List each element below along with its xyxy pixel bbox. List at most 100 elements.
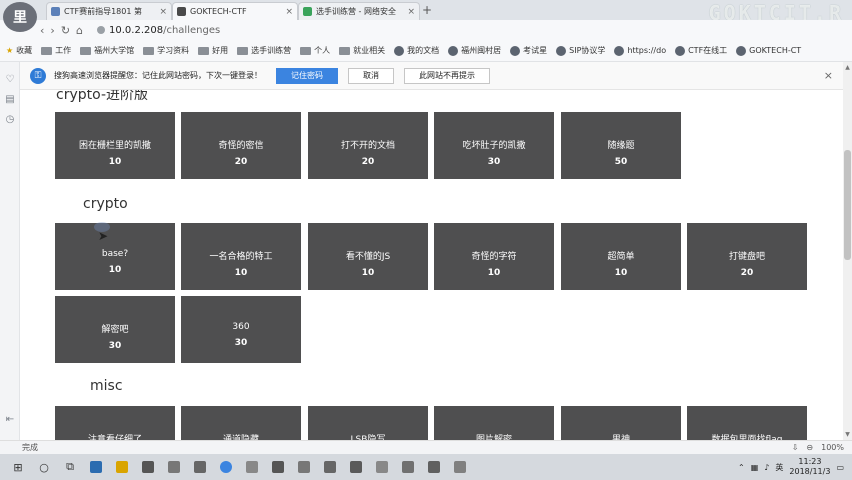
- bookmark-label: SIP协议学: [569, 46, 606, 55]
- cancel-button[interactable]: 取消: [348, 67, 394, 84]
- challenge-name: LSB隐写: [350, 435, 386, 440]
- bookmark-item[interactable]: 福州闽村居: [448, 45, 501, 56]
- history-icon[interactable]: ◷: [4, 114, 16, 126]
- challenge-card[interactable]: 注意看仔细了: [55, 406, 175, 440]
- close-icon[interactable]: ×: [281, 7, 293, 17]
- bookmark-item[interactable]: CTF在线工: [675, 45, 727, 56]
- bookmark-label: 我的文档: [407, 46, 440, 55]
- new-tab-icon[interactable]: +: [422, 3, 432, 17]
- screen: CTF赛前指导1801 第 × GOKTECH-CTF × 选手训练营 - 网络…: [0, 0, 852, 480]
- challenge-card[interactable]: 随缘题 50: [561, 112, 681, 179]
- close-icon[interactable]: ×: [403, 7, 415, 17]
- challenge-card[interactable]: base? 10: [55, 223, 175, 290]
- tab-goktech-ctf[interactable]: GOKTECH-CTF ×: [172, 2, 298, 20]
- bookmark-label: 好用: [212, 46, 229, 55]
- challenge-card[interactable]: 打键盘吧 20: [687, 223, 807, 290]
- bookmark-item[interactable]: 我的文档: [394, 45, 439, 56]
- challenge-card[interactable]: 通道隐藏: [181, 406, 301, 440]
- taskbar: ⊞ ○ ⧉ ⌃ ▦ ♪ 英 11:23 2018/11/3 ▭: [0, 454, 852, 480]
- app-icon[interactable]: [374, 459, 390, 475]
- edge-icon[interactable]: [88, 459, 104, 475]
- app-icon[interactable]: [426, 459, 442, 475]
- app-icon[interactable]: [400, 459, 416, 475]
- app-icon[interactable]: [296, 459, 312, 475]
- notification-center-icon[interactable]: ▭: [836, 463, 844, 472]
- windows-start-icon[interactable]: ⊞: [10, 459, 26, 475]
- bookmark-item[interactable]: ★ 收藏: [6, 45, 32, 56]
- app-icon[interactable]: [348, 459, 364, 475]
- ime-indicator[interactable]: 英: [775, 462, 783, 473]
- zoom-out-icon[interactable]: ⊖: [806, 443, 813, 452]
- tab-ctf-guide[interactable]: CTF赛前指导1801 第 ×: [46, 2, 172, 20]
- heart-icon[interactable]: ♡: [4, 74, 16, 86]
- avatar[interactable]: 里: [3, 2, 37, 32]
- bookmark-item[interactable]: GOKTECH-CT: [736, 45, 801, 56]
- bookmark-item[interactable]: 学习资料: [143, 45, 189, 56]
- clock[interactable]: 11:23 2018/11/3: [789, 457, 830, 477]
- bookmark-item[interactable]: 考试星: [510, 45, 547, 56]
- collapse-icon[interactable]: ⇤: [4, 414, 16, 426]
- challenge-card[interactable]: 看不懂的JS 10: [308, 223, 428, 290]
- challenge-card[interactable]: 困在栅栏里的凯撒 10: [55, 112, 175, 179]
- never-prompt-button[interactable]: 此网站不再提示: [404, 67, 490, 84]
- challenge-score: 10: [361, 268, 375, 278]
- challenge-card[interactable]: 打不开的文档 20: [308, 112, 428, 179]
- zoom-level[interactable]: 100%: [821, 443, 844, 452]
- bookmark-item[interactable]: 好用: [198, 45, 228, 56]
- challenge-card[interactable]: 吃坏肚子的凯撒 30: [434, 112, 554, 179]
- app-icon[interactable]: [270, 459, 286, 475]
- scroll-up-icon[interactable]: ▲: [844, 64, 851, 71]
- store-icon[interactable]: [140, 459, 156, 475]
- bookmark-item[interactable]: https://do: [614, 45, 666, 56]
- app-icon[interactable]: [322, 459, 338, 475]
- tab-training[interactable]: 选手训练营 - 网络安全 ×: [298, 2, 420, 20]
- app-icon[interactable]: [452, 459, 468, 475]
- close-icon[interactable]: ×: [824, 69, 833, 82]
- challenge-card[interactable]: 一名合格的特工 10: [181, 223, 301, 290]
- scroll-down-icon[interactable]: ▼: [844, 431, 851, 438]
- challenge-card[interactable]: 360 30: [181, 296, 301, 363]
- remember-password-button[interactable]: 记住密码: [276, 67, 338, 84]
- challenge-card[interactable]: 图片解密: [434, 406, 554, 440]
- network-icon[interactable]: ▦: [751, 463, 759, 472]
- tray-chevron-icon[interactable]: ⌃: [738, 463, 745, 472]
- challenge-card[interactable]: 男神: [561, 406, 681, 440]
- app-icon[interactable]: [244, 459, 260, 475]
- site-info-icon[interactable]: [97, 26, 106, 34]
- app-icon[interactable]: [192, 459, 208, 475]
- bookmark-item[interactable]: 就业相关: [339, 45, 385, 56]
- page-scrollbar[interactable]: ▲ ▼: [843, 62, 852, 440]
- challenge-card[interactable]: 奇怪的密信 20: [181, 112, 301, 179]
- bookmark-item[interactable]: 选手训练营: [237, 45, 291, 56]
- bookmark-item[interactable]: 福州大学馆: [80, 45, 134, 56]
- challenge-card[interactable]: 数据包里面找flag: [687, 406, 807, 440]
- task-view-icon[interactable]: ⧉: [62, 459, 78, 475]
- list-icon[interactable]: ▤: [4, 94, 16, 106]
- app-icon[interactable]: [166, 459, 182, 475]
- challenge-score: 20: [740, 268, 754, 278]
- folder-icon: [80, 46, 92, 55]
- challenge-card[interactable]: 超简单 10: [561, 223, 681, 290]
- bookmark-site-icon: [448, 45, 459, 56]
- home-icon[interactable]: ⌂: [76, 24, 83, 37]
- search-icon[interactable]: ○: [36, 459, 52, 475]
- bookmark-item[interactable]: 工作: [41, 45, 71, 56]
- bookmark-item[interactable]: SIP协议学: [556, 45, 605, 56]
- download-icon[interactable]: ⇩: [792, 443, 799, 452]
- explorer-icon[interactable]: [114, 459, 130, 475]
- back-icon[interactable]: ‹: [40, 24, 44, 37]
- challenge-card[interactable]: LSB隐写: [308, 406, 428, 440]
- challenge-card[interactable]: 解密吧 30: [55, 296, 175, 363]
- challenge-card[interactable]: 奇怪的字符 10: [434, 223, 554, 290]
- tab-favicon-icon: [51, 7, 60, 16]
- reload-icon[interactable]: ↻: [61, 24, 70, 37]
- challenge-score: 30: [487, 157, 501, 167]
- volume-icon[interactable]: ♪: [764, 463, 769, 472]
- url-field[interactable]: 10.0.2.208/challenges: [97, 25, 220, 36]
- bookmark-item[interactable]: 个人: [300, 45, 330, 56]
- forward-icon[interactable]: ›: [50, 24, 54, 37]
- close-icon[interactable]: ×: [155, 7, 167, 17]
- clock-date: 2018/11/3: [789, 467, 831, 476]
- scrollbar-thumb[interactable]: [844, 150, 851, 260]
- sogou-browser-icon[interactable]: [218, 459, 234, 475]
